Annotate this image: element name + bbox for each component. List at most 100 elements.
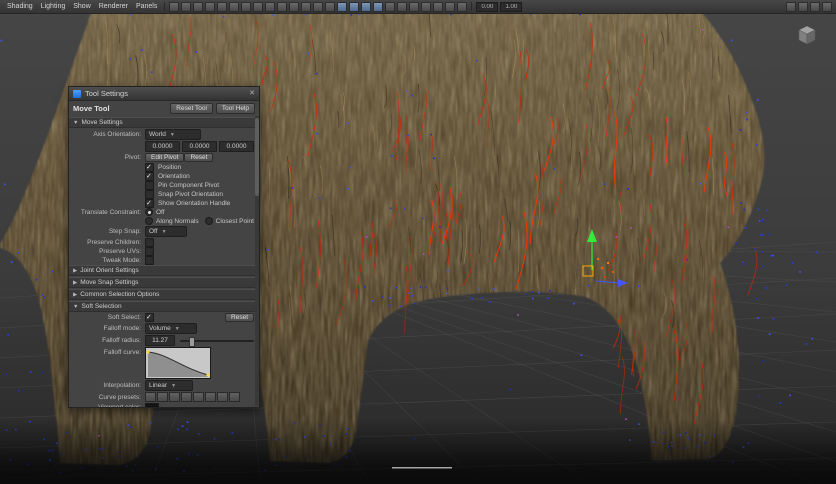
origin-axis-line xyxy=(392,467,452,469)
tool-settings-panel: Tool Settings ✕ Move Tool Reset Tool Too… xyxy=(68,86,260,408)
section-common-selection-options[interactable]: ▶ Common Selection Options xyxy=(69,289,259,300)
fade-icon[interactable] xyxy=(181,392,192,402)
interpolation-dropdown[interactable]: Linear ▼ xyxy=(145,380,193,391)
viewport-color-label: Viewport color: xyxy=(71,404,141,407)
tool-help-button[interactable]: Tool Help xyxy=(215,103,255,114)
show-orientation-handle-checkbox[interactable] xyxy=(145,199,154,208)
textured-icon[interactable] xyxy=(361,1,372,12)
edit-pivot-button[interactable]: Edit Pivot xyxy=(145,153,185,162)
grid-icon[interactable] xyxy=(253,1,264,12)
constraint-along-normals-label: Along Normals xyxy=(156,217,199,225)
image-plane-icon[interactable] xyxy=(217,1,228,12)
axis-z-field[interactable] xyxy=(219,141,254,152)
resolution-gate-icon[interactable] xyxy=(277,1,288,12)
floor-shadow xyxy=(0,420,836,484)
screen-space-ao-icon[interactable] xyxy=(397,1,408,12)
lock-camera-icon[interactable] xyxy=(181,1,192,12)
soft-icon[interactable] xyxy=(145,392,156,402)
collapse-arrow-icon: ▶ xyxy=(73,267,78,274)
constraint-along-normals-radio[interactable] xyxy=(145,217,153,225)
wireframe-icon[interactable] xyxy=(337,1,348,12)
safe-action-icon[interactable] xyxy=(313,1,324,12)
render-view-icon[interactable] xyxy=(786,1,796,12)
section-move-snap-settings[interactable]: ▶ Move Snap Settings xyxy=(69,277,259,288)
use-all-lights-icon[interactable] xyxy=(373,1,384,12)
camera-attributes-icon[interactable] xyxy=(193,1,204,12)
menu-shading[interactable]: Shading xyxy=(4,3,36,10)
smooth-shade-icon[interactable] xyxy=(349,1,360,12)
axis-orientation-dropdown[interactable]: World ▼ xyxy=(145,129,201,140)
tweak-mode-checkbox[interactable] xyxy=(145,256,154,265)
collapse-arrow-icon: ▼ xyxy=(73,119,79,126)
menu-panels[interactable]: Panels xyxy=(133,3,160,10)
falloff-mode-dropdown[interactable]: Volume ▼ xyxy=(145,323,197,334)
section-move-settings[interactable]: ▼ Move Settings xyxy=(69,117,259,128)
isolate-select-icon[interactable] xyxy=(445,1,456,12)
soft-select-reset-button[interactable]: Reset xyxy=(225,313,254,322)
panel-body: ▼ Move Settings Axis Orientation: World … xyxy=(69,116,259,407)
axis-y-field[interactable] xyxy=(182,141,217,152)
chevron-down-icon: ▼ xyxy=(161,228,167,235)
falloff-radius-field[interactable] xyxy=(145,335,175,346)
constraint-off-radio[interactable] xyxy=(145,208,153,216)
position-label: Position xyxy=(158,164,182,171)
scrollbar-thumb[interactable] xyxy=(255,118,259,196)
depth-of-field-icon[interactable] xyxy=(433,1,444,12)
multisampling-icon[interactable] xyxy=(421,1,432,12)
climb-icon[interactable] xyxy=(193,392,204,402)
falloff-curve-widget[interactable] xyxy=(145,347,211,379)
translate-constraint-label: Translate Constraint: xyxy=(80,208,141,216)
step-snap-dropdown[interactable]: Off ▼ xyxy=(145,226,187,237)
ipr-render-icon[interactable] xyxy=(798,1,808,12)
menu-renderer[interactable]: Renderer xyxy=(96,3,131,10)
viewcube-gizmo[interactable] xyxy=(796,24,818,51)
axis-x-field[interactable] xyxy=(145,141,180,152)
pivot-reset-button[interactable]: Reset xyxy=(184,153,214,162)
scene-options-icon[interactable] xyxy=(822,1,832,12)
shadows-icon[interactable] xyxy=(385,1,396,12)
preserve-uvs-checkbox[interactable] xyxy=(145,247,154,256)
smooth-icon[interactable] xyxy=(169,392,180,402)
constraint-closest-point-radio[interactable] xyxy=(204,217,213,225)
collapse-arrow-icon: ▶ xyxy=(73,279,78,286)
linear-icon[interactable] xyxy=(157,392,168,402)
select-camera-icon[interactable] xyxy=(169,1,180,12)
two-d-pan-zoom-icon[interactable] xyxy=(229,1,240,12)
section-joint-orient-settings[interactable]: ▶ Joint Orient Settings xyxy=(69,265,259,276)
grease-pencil-icon[interactable] xyxy=(241,1,252,12)
viewport-color-swatch[interactable] xyxy=(145,403,159,407)
orientation-checkbox[interactable] xyxy=(145,172,154,181)
panel-titlebar[interactable]: Tool Settings ✕ xyxy=(69,87,259,101)
menu-lighting[interactable]: Lighting xyxy=(38,3,69,10)
toolbar-separator xyxy=(471,2,473,11)
section-label: Move Settings xyxy=(81,119,123,126)
section-label: Soft Selection xyxy=(81,303,122,310)
soft-select-checkbox[interactable] xyxy=(145,313,154,322)
section-soft-selection[interactable]: ▼ Soft Selection xyxy=(69,301,259,312)
safe-title-icon[interactable] xyxy=(325,1,336,12)
reset-tool-button[interactable]: Reset Tool xyxy=(170,103,213,114)
exposure-field[interactable] xyxy=(476,1,499,12)
field-chart-icon[interactable] xyxy=(301,1,312,12)
pin-component-pivot-checkbox[interactable] xyxy=(145,181,154,190)
gamma-field[interactable] xyxy=(500,1,523,12)
collapse-arrow-icon: ▶ xyxy=(73,291,78,298)
slider-thumb[interactable] xyxy=(188,336,195,347)
snapshot-icon[interactable] xyxy=(810,1,820,12)
panel-scrollbar[interactable] xyxy=(255,116,259,406)
preserve-children-checkbox[interactable] xyxy=(145,238,154,247)
film-gate-icon[interactable] xyxy=(265,1,276,12)
step-icon[interactable] xyxy=(229,392,240,402)
chevron-down-icon: ▼ xyxy=(169,131,175,138)
gate-mask-icon[interactable] xyxy=(289,1,300,12)
bookmarks-icon[interactable] xyxy=(205,1,216,12)
motion-blur-icon[interactable] xyxy=(409,1,420,12)
bubble-icon[interactable] xyxy=(205,392,216,402)
spike-icon[interactable] xyxy=(217,392,228,402)
x-ray-icon[interactable] xyxy=(457,1,468,12)
falloff-curve-label: Falloff curve: xyxy=(103,349,141,356)
falloff-radius-slider[interactable] xyxy=(180,336,254,347)
falloff-mode-label: Falloff mode: xyxy=(103,325,141,332)
close-icon[interactable]: ✕ xyxy=(249,90,255,97)
menu-show[interactable]: Show xyxy=(70,3,94,10)
